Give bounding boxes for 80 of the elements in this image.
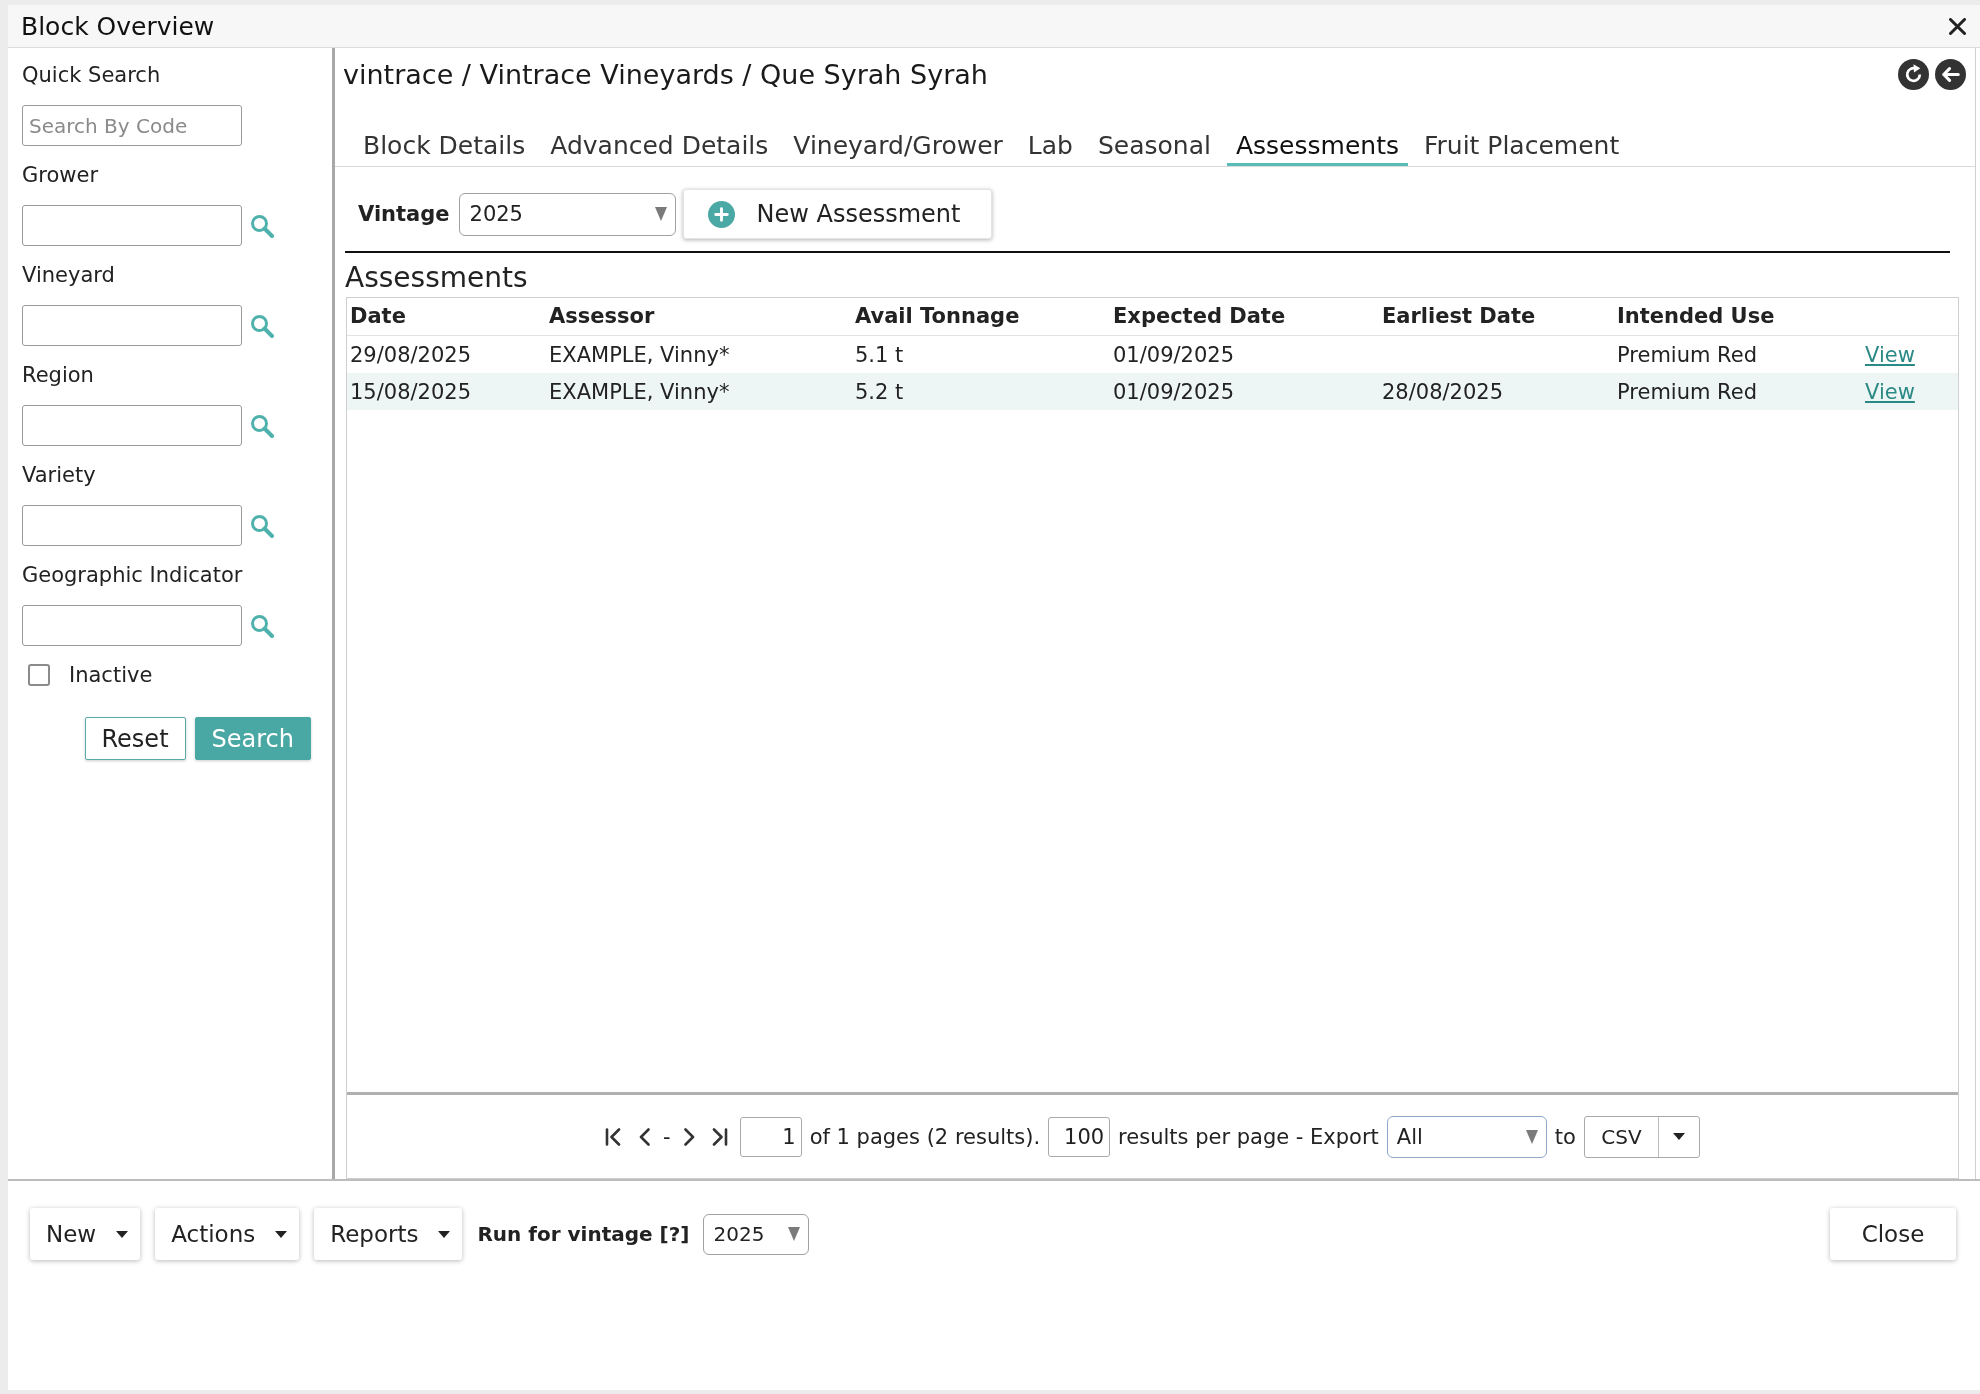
column-header: Intended Use [1616, 303, 1776, 330]
dropdown-arrow-icon [1525, 1129, 1538, 1144]
menu-button[interactable]: Reports [314, 1208, 463, 1260]
export-scope-select[interactable]: All [1386, 1115, 1547, 1158]
tab[interactable]: Seasonal [1088, 128, 1220, 166]
page-size-field[interactable]: 100 [1048, 1116, 1111, 1157]
plus-circle-icon [707, 200, 735, 228]
field-label: Quick Search [22, 62, 161, 89]
vintage-select[interactable]: 2025 [703, 1213, 810, 1255]
search-icon[interactable] [250, 213, 274, 238]
field-label: Variety [22, 462, 96, 489]
tab[interactable]: Advanced Details [541, 128, 778, 166]
search-icon[interactable] [250, 513, 274, 538]
first-page-icon[interactable] [605, 1127, 622, 1146]
text-field[interactable] [22, 605, 242, 646]
window-title: Block Overview [21, 11, 215, 41]
search-icon[interactable] [250, 413, 274, 438]
search-icon[interactable] [250, 313, 274, 338]
column-header: Expected Date [1112, 303, 1287, 330]
text-field[interactable] [22, 305, 242, 346]
pager-separator: - [663, 1124, 671, 1149]
close-button[interactable]: Close [1830, 1208, 1956, 1260]
table-cell: Premium Red [1617, 341, 1758, 368]
caret-icon [275, 1230, 288, 1238]
field-label: Geographic Indicator [22, 562, 243, 589]
table-cell: 28/08/2025 [1382, 378, 1504, 405]
vintage-select[interactable]: 2025 [458, 192, 676, 236]
caret-icon [1672, 1133, 1685, 1140]
page-number-field[interactable]: 1 [739, 1116, 802, 1157]
export-format-select[interactable]: CSV [1583, 1115, 1700, 1158]
table-cell: 5.1 t [855, 341, 904, 368]
tab[interactable]: Vineyard/Grower [784, 128, 1012, 166]
text-field[interactable] [22, 505, 242, 546]
breadcrumb-title: vintrace / Vintrace Vineyards / Que Syrah Syrah [343, 58, 988, 90]
vintage-label: Run for vintage [?] [477, 1222, 690, 1246]
menu-button[interactable]: Actions [155, 1208, 300, 1260]
view-link[interactable]: View [1865, 378, 1915, 405]
close-icon[interactable] [1949, 17, 1966, 35]
reset-button[interactable]: Reset [84, 717, 186, 760]
checkbox-label: Inactive [69, 663, 153, 687]
checkbox[interactable] [28, 664, 50, 686]
column-header: Avail Tonnage [854, 303, 1021, 330]
previous-page-icon[interactable] [639, 1127, 651, 1146]
next-page-icon[interactable] [683, 1127, 695, 1146]
tab[interactable]: Assessments [1226, 128, 1408, 166]
field-label: Grower [22, 162, 99, 189]
table-cell: EXAMPLE, Vinny* [549, 341, 730, 368]
table-cell: EXAMPLE, Vinny* [549, 378, 730, 405]
table-cell: 29/08/2025 [350, 341, 472, 368]
dropdown-arrow-icon [788, 1227, 801, 1241]
last-page-icon[interactable] [711, 1127, 728, 1146]
tab[interactable]: Lab [1018, 128, 1082, 166]
text-field[interactable] [22, 405, 242, 446]
column-header: Assessor [548, 303, 656, 330]
text-field[interactable] [22, 205, 242, 246]
column-header: Earliest Date [1381, 303, 1537, 330]
section-title: Assessments [345, 260, 528, 296]
tab[interactable]: Block Details [354, 128, 535, 166]
to-label: to [1554, 1124, 1576, 1149]
caret-icon [438, 1230, 451, 1238]
per-page-label: results per page - Export [1118, 1124, 1379, 1149]
refresh-icon[interactable] [1898, 58, 1929, 90]
page-summary: of 1 pages (2 results). [809, 1124, 1041, 1149]
view-link[interactable]: View [1865, 341, 1915, 368]
text-field[interactable]: Search By Code [22, 105, 242, 146]
dropdown-arrow-icon [654, 207, 667, 221]
tab[interactable]: Fruit Placement [1414, 128, 1629, 166]
table-cell: 01/09/2025 [1113, 378, 1235, 405]
new-assessment-button[interactable]: New Assessment [682, 189, 992, 239]
menu-button[interactable]: New [30, 1208, 141, 1260]
table-cell: 15/08/2025 [350, 378, 472, 405]
vintage-label: Vintage [358, 202, 450, 226]
search-icon[interactable] [250, 613, 274, 638]
caret-icon [116, 1230, 129, 1238]
field-label: Vineyard [22, 262, 115, 289]
field-label: Region [22, 362, 94, 389]
table-cell: 01/09/2025 [1113, 341, 1235, 368]
table-cell: 5.2 t [855, 378, 904, 405]
column-header: Date [349, 303, 407, 330]
table-cell: Premium Red [1617, 378, 1758, 405]
